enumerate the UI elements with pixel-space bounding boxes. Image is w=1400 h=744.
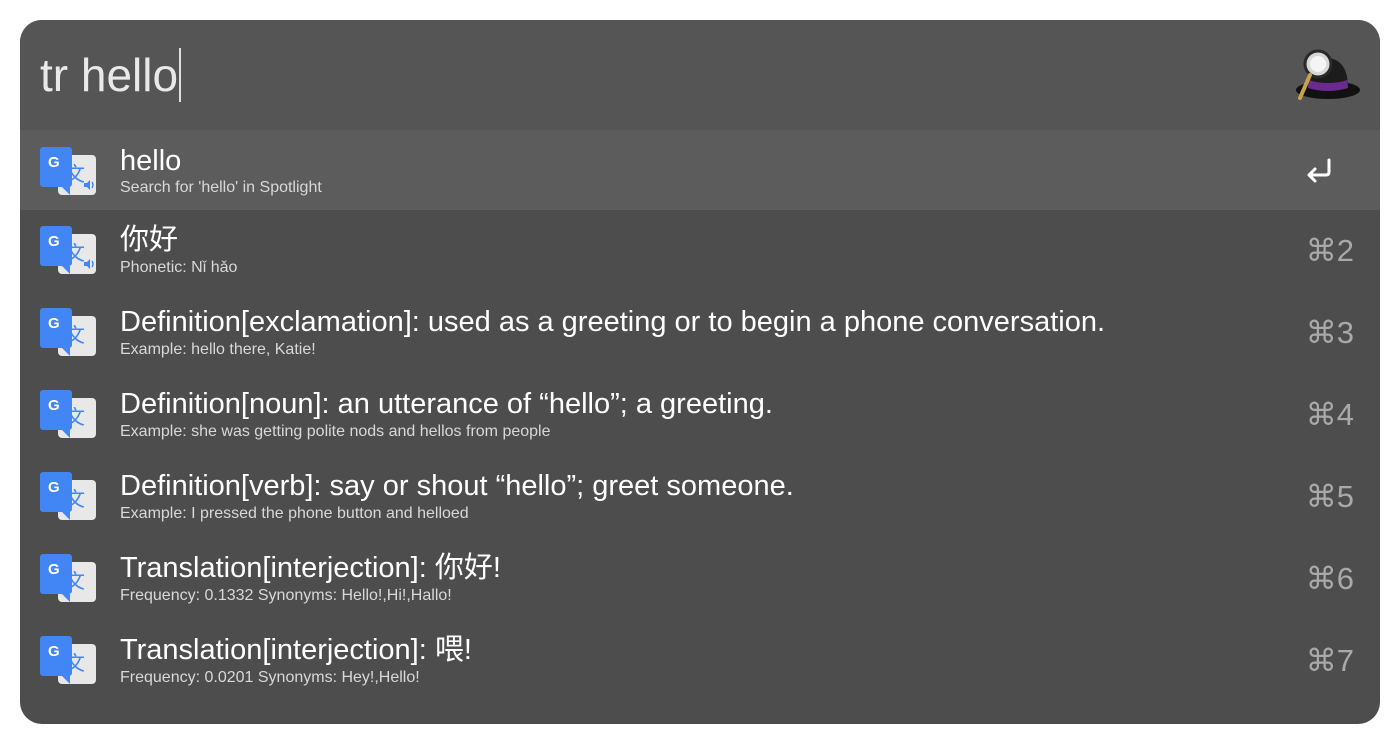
result-title: Definition[exclamation]: used as a greet… bbox=[120, 306, 1106, 338]
result-subtitle: Example: she was getting polite nods and… bbox=[120, 423, 551, 440]
result-item-6[interactable]: G 文 Translation[interjection]: 你好! Frequ… bbox=[20, 538, 1380, 620]
svg-text:G: G bbox=[48, 315, 60, 332]
text-caret bbox=[179, 48, 182, 102]
result-shortcut: ⌘3 bbox=[1305, 315, 1354, 350]
svg-text:G: G bbox=[48, 397, 60, 414]
google-translate-speaker-icon: G 文 bbox=[40, 226, 96, 274]
result-subtitle: Search for 'hello' in Spotlight bbox=[120, 179, 322, 196]
google-translate-icon: G 文 bbox=[40, 472, 96, 520]
google-translate-icon: G 文 bbox=[40, 636, 96, 684]
result-item-3[interactable]: G 文 Definition[exclamation]: used as a g… bbox=[20, 292, 1380, 374]
svg-text:G: G bbox=[48, 643, 60, 660]
google-translate-icon: G 文 bbox=[40, 390, 96, 438]
result-item-2[interactable]: G 文 你好 Phonetic: Nǐ hǎo ⌘2 bbox=[20, 210, 1380, 292]
result-item-5[interactable]: G 文 Definition[verb]: say or shout “hell… bbox=[20, 456, 1380, 538]
result-subtitle: Frequency: 0.0201 Synonyms: Hey!,Hello! bbox=[120, 669, 420, 686]
return-key-icon bbox=[1307, 158, 1331, 183]
svg-text:文: 文 bbox=[65, 241, 85, 265]
search-input[interactable]: tr hello bbox=[40, 48, 182, 102]
result-subtitle: Phonetic: Nǐ hǎo bbox=[120, 259, 238, 276]
google-translate-icon: G 文 bbox=[40, 308, 96, 356]
search-query-text: tr hello bbox=[40, 49, 179, 101]
result-item-4[interactable]: G 文 Definition[noun]: an utterance of “h… bbox=[20, 374, 1380, 456]
result-title: hello bbox=[120, 145, 182, 177]
result-shortcut: ⌘5 bbox=[1305, 479, 1354, 514]
result-subtitle: Example: hello there, Katie! bbox=[120, 341, 316, 358]
google-translate-speaker-icon: G 文 bbox=[40, 147, 96, 195]
result-title: Definition[noun]: an utterance of “hello… bbox=[120, 388, 773, 420]
result-title: 你好 bbox=[120, 224, 179, 256]
result-title: Translation[interjection]: 你好! bbox=[120, 552, 501, 584]
svg-text:文: 文 bbox=[65, 487, 85, 511]
result-shortcut: ⌘6 bbox=[1305, 561, 1354, 596]
svg-text:G: G bbox=[48, 561, 60, 578]
search-bar[interactable]: tr hello bbox=[20, 20, 1380, 130]
svg-text:文: 文 bbox=[65, 162, 85, 186]
result-title: Translation[interjection]: 喂! bbox=[120, 634, 472, 666]
result-title: Definition[verb]: say or shout “hello”; … bbox=[120, 470, 794, 502]
result-subtitle: Frequency: 0.1332 Synonyms: Hello!,Hi!,H… bbox=[120, 587, 452, 604]
google-translate-icon: G 文 bbox=[40, 554, 96, 602]
svg-text:G: G bbox=[48, 479, 60, 496]
result-shortcut: ⌘2 bbox=[1305, 233, 1354, 268]
alfred-hat-icon[interactable] bbox=[1290, 44, 1362, 104]
svg-text:G: G bbox=[48, 154, 60, 171]
alfred-window: tr hello G 文 hello Search for 'hello' in… bbox=[20, 20, 1380, 724]
result-item-1[interactable]: G 文 hello Search for 'hello' in Spotligh… bbox=[20, 130, 1380, 210]
results-list: G 文 hello Search for 'hello' in Spotligh… bbox=[20, 130, 1380, 702]
result-subtitle: Example: I pressed the phone button and … bbox=[120, 505, 469, 522]
svg-text:文: 文 bbox=[65, 323, 85, 347]
result-shortcut: ⌘4 bbox=[1305, 397, 1354, 432]
svg-text:G: G bbox=[48, 233, 60, 250]
svg-text:文: 文 bbox=[65, 405, 85, 429]
result-shortcut: ⌘7 bbox=[1305, 643, 1354, 678]
svg-text:文: 文 bbox=[65, 569, 85, 593]
result-item-7[interactable]: G 文 Translation[interjection]: 喂! Freque… bbox=[20, 620, 1380, 702]
svg-text:文: 文 bbox=[65, 651, 85, 675]
